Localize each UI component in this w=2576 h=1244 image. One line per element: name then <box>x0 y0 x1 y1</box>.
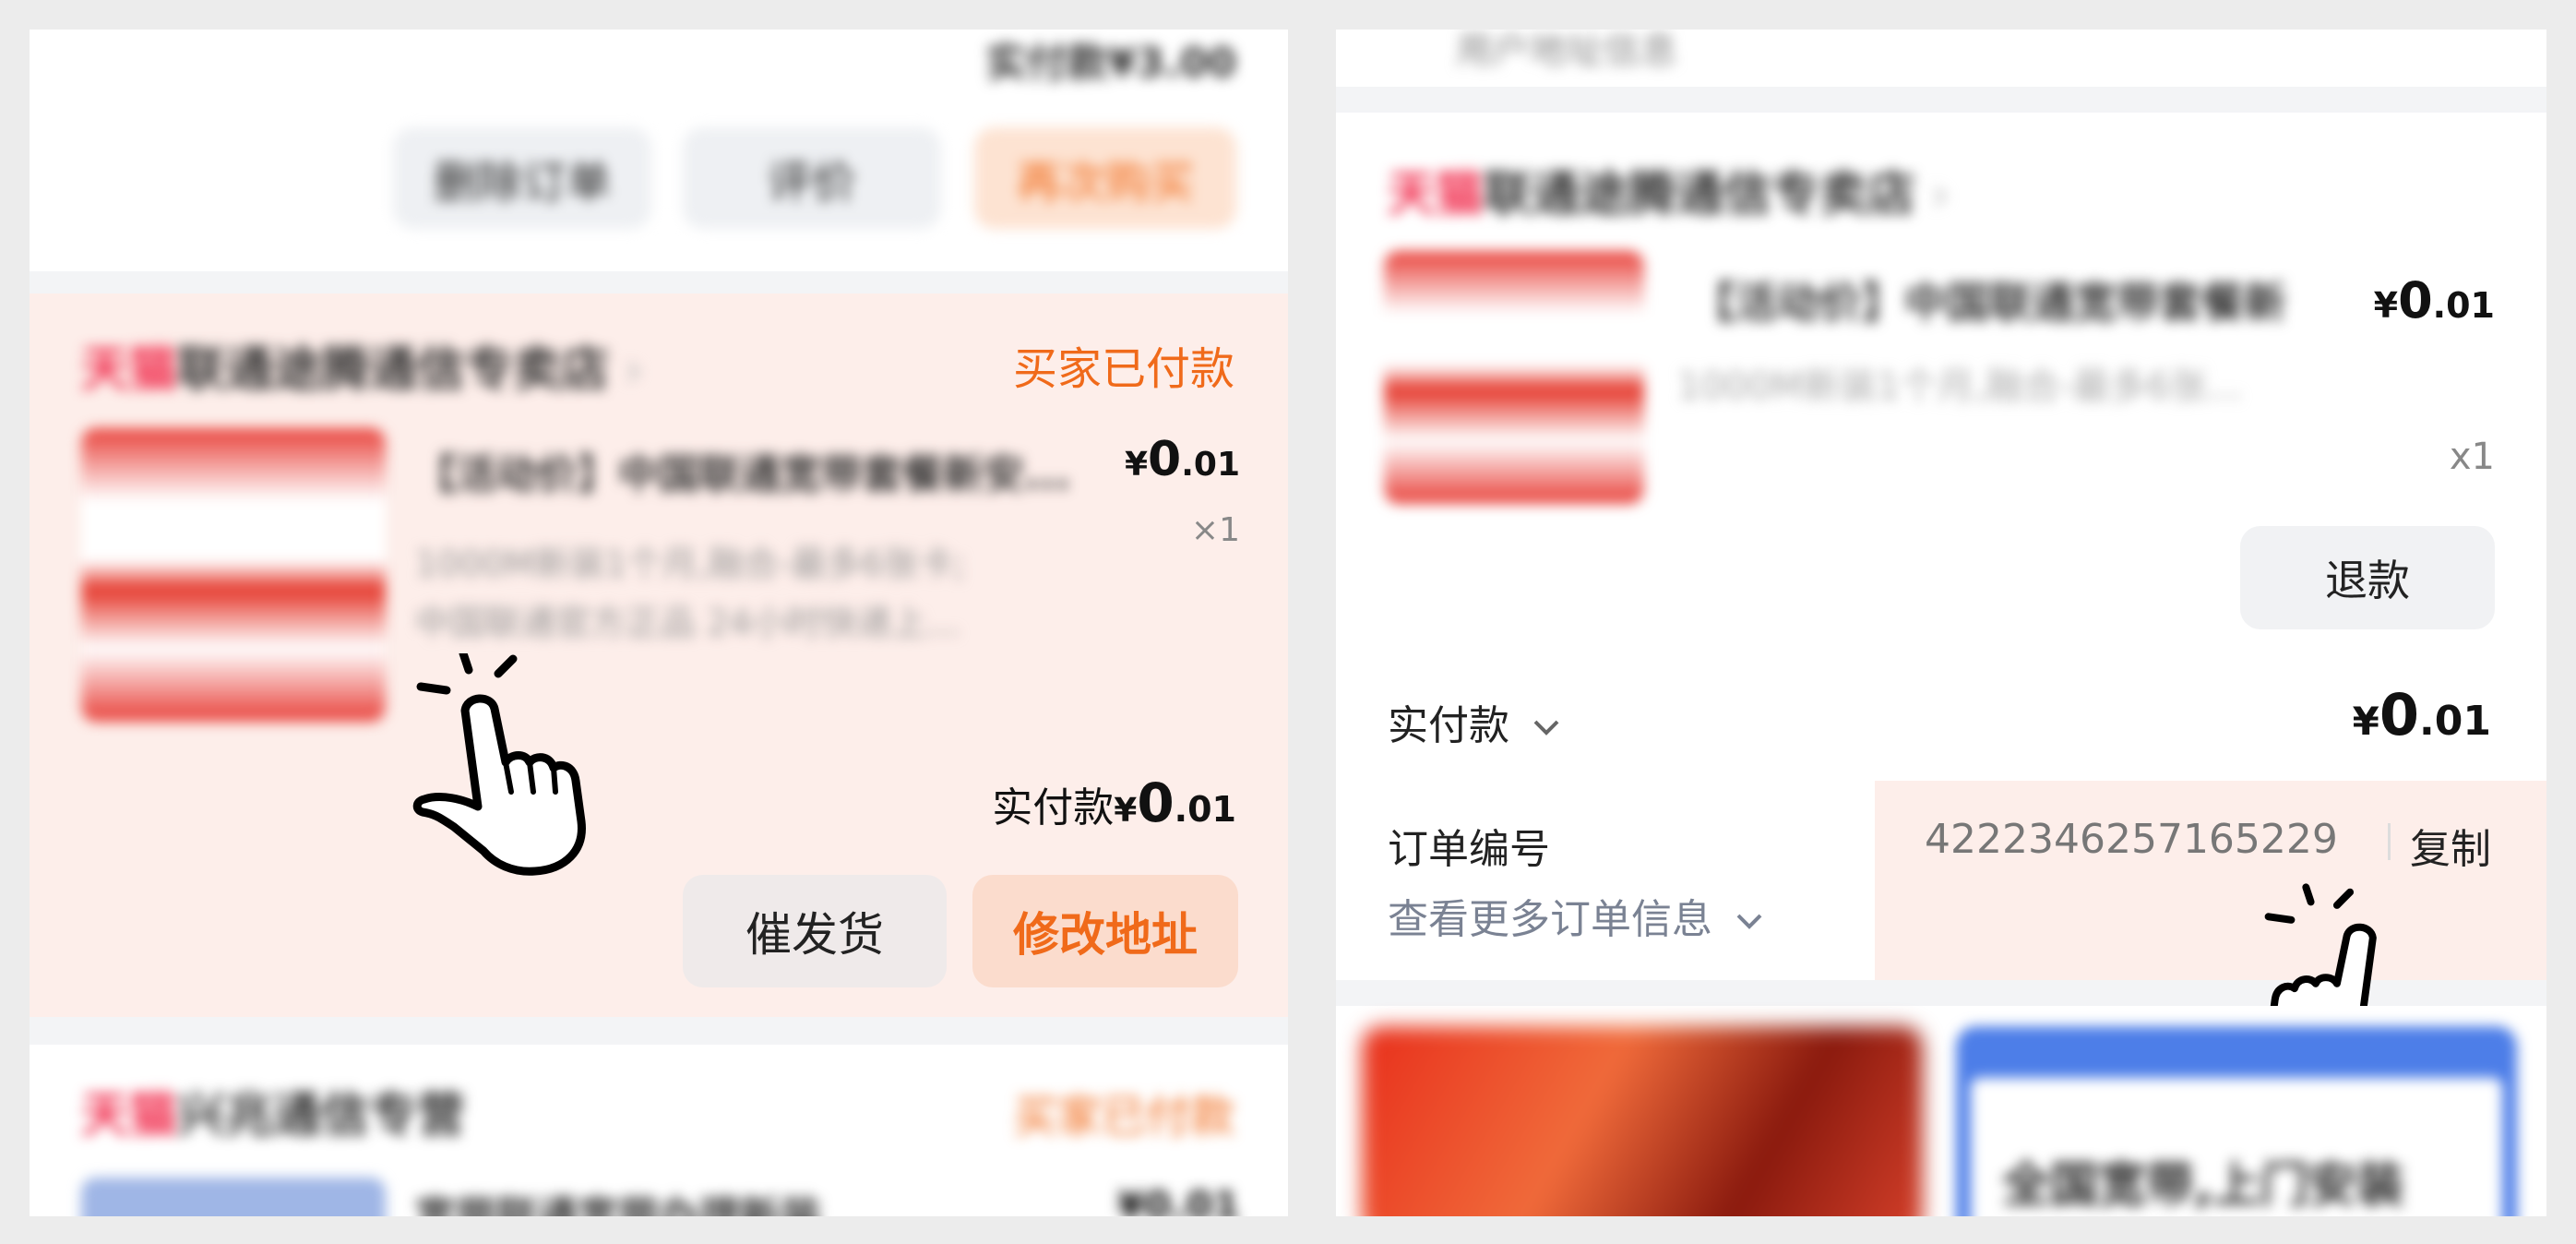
more-order-info-label: 查看更多订单信息 <box>1388 896 1712 943</box>
item-price: ¥0.01 <box>1125 432 1240 487</box>
shop-header[interactable]: 天猫联通途腾通信专卖店 › <box>1388 155 1950 224</box>
address-card: 用户地址信息 <box>1336 30 2546 87</box>
order-detail-card: 天猫联通途腾通信专卖店 › 【活动价】中国联通宽带套餐新 1000M新装1个月,… <box>1336 113 2546 1084</box>
urge-delivery-button[interactable]: 催发货 <box>683 875 947 987</box>
currency-symbol: ¥ <box>2373 285 2399 326</box>
product-title[interactable]: 【活动价】中国联通宽带套餐新 <box>1692 269 2286 330</box>
order-status: 买家已付款 <box>1012 343 1234 395</box>
previous-paid-amount: 实付款¥3.00 <box>985 40 1236 87</box>
shop-name: 联通途腾通信专卖店 <box>1484 167 1916 222</box>
address-text: 用户地址信息 <box>1456 30 1677 72</box>
copy-divider <box>2388 823 2391 860</box>
recommendation-section: 全国宽带,上门安装 <box>1336 1006 2546 1216</box>
paid-label-row[interactable]: 实付款 <box>1388 692 1565 751</box>
shop-name: 联通途腾通信专卖店 <box>177 342 610 398</box>
paid-amount-row: 实付款¥0.01 <box>992 772 1236 834</box>
currency-symbol: ¥ <box>1124 446 1149 484</box>
chevron-right-icon: › <box>1915 167 1950 222</box>
product-title[interactable]: 【活动价】中国联通宽带套餐新安... <box>415 441 1135 500</box>
chevron-right-icon: › <box>609 342 644 398</box>
order-number-value[interactable]: 4222346257165229 <box>1925 816 2338 863</box>
tap-hand-icon <box>412 653 586 876</box>
paid-decimal: .01 <box>2419 698 2491 745</box>
tmall-logo: 天猫 <box>1388 167 1485 222</box>
product-desc[interactable]: 1000M新装1个月,融合-最多6张... <box>1677 356 2243 410</box>
next-item-price: ¥0.01 <box>1117 1183 1240 1216</box>
price-integer: 0 <box>2398 271 2433 329</box>
product-desc-line2: 中国联通官方正品 24小时快递上... <box>415 603 960 643</box>
next-shop-header[interactable]: 天猫兴兆通信专营 <box>81 1076 465 1145</box>
product-thumbnail[interactable] <box>81 428 386 722</box>
paid-integer: 0 <box>2379 681 2420 748</box>
product-thumbnail[interactable] <box>1384 251 1644 504</box>
item-quantity: x1 <box>2449 436 2495 478</box>
left-screenshot-panel: 实付款¥3.00 删除订单 评价 再次购买 天猫联通途腾通信专卖店 › 买家已付… <box>30 30 1288 1216</box>
price-decimal: .01 <box>2432 285 2495 326</box>
next-order-card[interactable]: 天猫兴兆通信专营 买家已付款 宽带联通宽带办理新装 ¥0.01 <box>30 1045 1288 1216</box>
recommend-item-2[interactable]: 全国宽带,上门安装 <box>1956 1026 2517 1216</box>
next-product-title[interactable]: 宽带联通宽带办理新装 <box>415 1183 821 1216</box>
right-screenshot-panel: 用户地址信息 天猫联通途腾通信专卖店 › 【活动价】中国联通宽带套餐新 1000… <box>1336 30 2546 1216</box>
paid-amount: ¥0.01 <box>2353 681 2491 748</box>
paid-integer: 0 <box>1137 772 1175 834</box>
order-card[interactable]: 天猫联通途腾通信专卖店 › 买家已付款 【活动价】中国联通宽带套餐新安... 1… <box>30 293 1288 1017</box>
shop-header[interactable]: 天猫联通途腾通信专卖店 › <box>81 330 643 400</box>
delete-order-button[interactable]: 删除订单 <box>393 127 651 229</box>
paid-currency: ¥ <box>2352 699 2379 744</box>
chevron-down-icon <box>1736 914 1762 929</box>
recommend-item-1[interactable] <box>1362 1026 1923 1216</box>
paid-label: 实付款 <box>992 784 1115 831</box>
more-order-info-link[interactable]: 查看更多订单信息 <box>1388 886 1768 945</box>
item-price: ¥0.01 <box>2374 271 2495 329</box>
order-number-label: 订单编号 <box>1388 826 1550 873</box>
previous-order-card: 实付款¥3.00 删除订单 评价 再次购买 <box>30 30 1288 271</box>
next-order-status: 买家已付款 <box>1012 1091 1234 1142</box>
next-product-thumbnail[interactable] <box>81 1178 386 1216</box>
chevron-down-icon <box>1533 720 1559 736</box>
change-address-button[interactable]: 修改地址 <box>972 875 1238 987</box>
item-quantity: ×1 <box>1190 511 1240 549</box>
refund-button[interactable]: 退款 <box>2240 526 2495 629</box>
next-shop-name: 兴兆通信专营 <box>177 1088 466 1143</box>
review-button[interactable]: 评价 <box>683 127 941 229</box>
product-desc-line1: 1000M新装1个月,融合-最多6张卡; <box>415 544 966 584</box>
copy-button[interactable]: 复制 <box>2410 816 2491 875</box>
price-integer: 0 <box>1148 432 1182 487</box>
paid-currency: ¥ <box>1114 792 1138 830</box>
paid-label: 实付款 <box>1388 702 1509 749</box>
next-tmall-logo: 天猫 <box>81 1088 178 1143</box>
tmall-logo: 天猫 <box>81 342 178 398</box>
buy-again-button[interactable]: 再次购买 <box>974 127 1236 229</box>
recommend-item-2-text: 全国宽带,上门安装 <box>2002 1158 2404 1214</box>
price-decimal: .01 <box>1181 446 1240 484</box>
paid-decimal: .01 <box>1174 789 1236 830</box>
